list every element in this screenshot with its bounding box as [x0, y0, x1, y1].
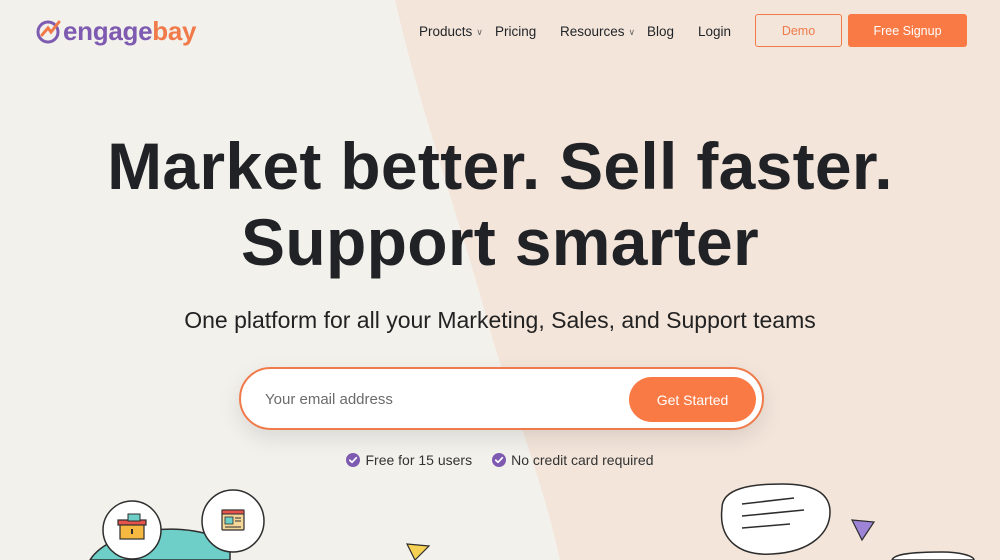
perk-item: Free for 15 users [346, 452, 472, 468]
bottom-illustration-left [89, 489, 265, 560]
demo-button[interactable]: Demo [755, 14, 842, 47]
hero-title-line1: Market better. Sell faster. [107, 129, 893, 203]
nav-item-label: Products [419, 23, 473, 39]
brand-name-part2: bay [152, 16, 197, 46]
nav-item-pricing[interactable]: Pricing [495, 22, 536, 40]
perks-list: Free for 15 users No credit card require… [0, 452, 1000, 468]
nav-item-products[interactable]: Products ∨ [419, 22, 483, 40]
check-circle-icon [492, 453, 507, 467]
chevron-down-icon: ∨ [476, 26, 483, 37]
email-input[interactable] [265, 385, 625, 413]
bottom-illustration-right [720, 483, 975, 560]
nav-item-label: Resources [560, 23, 625, 39]
nav-item-resources[interactable]: Resources ∨ [560, 22, 635, 40]
nav-item-label: Blog [647, 23, 675, 39]
engagebay-logo-mark-icon [36, 20, 61, 44]
chevron-down-icon: ∨ [628, 26, 636, 37]
brand-wordmark: engagebay [63, 16, 196, 46]
nav-item-label: Login [698, 23, 732, 39]
perk-label: No credit card required [511, 452, 654, 468]
site-header: engagebay Products ∨ Pricing Resources ∨… [0, 0, 1000, 62]
hero-title-line2: Support smarter [241, 205, 759, 279]
email-signup-form: Get Started [239, 367, 764, 430]
chat-bubble-icon [720, 483, 831, 555]
browser-window-icon [221, 509, 245, 531]
perk-label: Free for 15 users [365, 452, 473, 468]
get-started-button[interactable]: Get Started [629, 377, 756, 422]
nav-item-label: Pricing [495, 23, 537, 39]
brand-logo[interactable]: engagebay [36, 16, 196, 46]
brand-name-part1: engage [63, 16, 153, 46]
nav-item-blog[interactable]: Blog [647, 22, 674, 40]
triangle-shape-icon [405, 543, 431, 560]
hero-background [0, 0, 1000, 560]
nav-item-login[interactable]: Login [698, 22, 731, 40]
perk-item: No credit card required [492, 452, 654, 468]
check-circle-icon [346, 453, 361, 467]
hero-subtitle: One platform for all your Marketing, Sal… [184, 307, 816, 333]
hero-title: Market better. Sell faster. Support smar… [0, 128, 1000, 280]
free-signup-button[interactable]: Free Signup [848, 14, 967, 47]
